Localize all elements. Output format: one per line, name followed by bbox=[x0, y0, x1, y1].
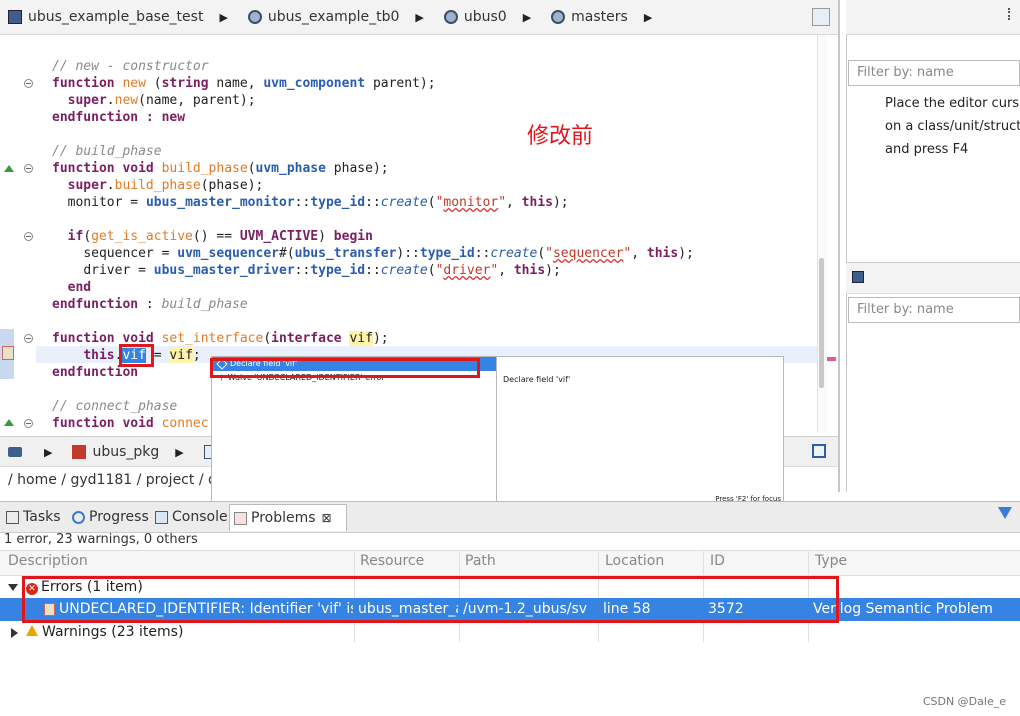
overview-error-mark[interactable] bbox=[827, 357, 836, 361]
error-marker-icon[interactable] bbox=[2, 346, 14, 360]
code-line: driver = ubus_master_driver::type_id::cr… bbox=[83, 263, 561, 278]
link-editor-icon[interactable] bbox=[812, 444, 826, 458]
filter-icon[interactable] bbox=[998, 507, 1012, 519]
chevron-right-icon[interactable]: ▶ bbox=[644, 11, 652, 24]
filter-input[interactable]: Filter by: name bbox=[848, 60, 1020, 86]
col-description[interactable]: Description bbox=[8, 553, 88, 569]
fold-icon[interactable] bbox=[24, 334, 33, 343]
hierarchy-icon[interactable] bbox=[852, 271, 864, 283]
warning-icon bbox=[26, 625, 38, 636]
breadcrumb-item-ubus0[interactable]: ubus0 bbox=[443, 9, 507, 25]
file-icon bbox=[8, 10, 22, 24]
component-icon bbox=[443, 10, 458, 24]
code-line: if(get_is_active() == UVM_ACTIVE) begin bbox=[67, 229, 373, 244]
problems-table-header bbox=[0, 550, 1020, 576]
code-line: endfunction : build_phase bbox=[52, 297, 248, 312]
fold-icon[interactable] bbox=[24, 79, 33, 88]
highlight-box bbox=[210, 358, 480, 378]
chevron-right-icon[interactable]: ▶ bbox=[219, 11, 227, 24]
view-menu-icon[interactable] bbox=[1008, 8, 1018, 20]
quickfix-list[interactable]: Declare field 'vif' ⊹ Waive 'UNDECLARED_I… bbox=[211, 356, 497, 506]
breadcrumb-label: ubus0 bbox=[463, 9, 507, 25]
code-line: monitor = ubus_master_monitor::type_id::… bbox=[67, 195, 569, 210]
col-path[interactable]: Path bbox=[465, 553, 496, 569]
package-icon bbox=[72, 445, 87, 459]
breadcrumb-item-tb0[interactable]: ubus_example_tb0 bbox=[247, 9, 400, 25]
code-line: end bbox=[67, 280, 92, 295]
tab-problems[interactable]: Problems ⊠ bbox=[229, 504, 347, 531]
editor-breadcrumb: ubus_example_base_test ▶ ubus_example_tb… bbox=[0, 0, 840, 35]
editor-border bbox=[838, 0, 840, 492]
code-line: function new (string name, uvm_component… bbox=[52, 76, 436, 91]
breadcrumb-label: masters bbox=[571, 9, 628, 25]
fold-icon[interactable] bbox=[24, 232, 33, 241]
breadcrumb-item-test[interactable]: ubus_example_base_test bbox=[8, 9, 203, 25]
chevron-right-icon[interactable]: ▶ bbox=[415, 11, 423, 24]
code-line: function void set_interface(interface vi… bbox=[52, 331, 389, 346]
outline-hint: Place the editor curs on a class/unit/st… bbox=[885, 96, 1020, 157]
annotation-label: 修改前 bbox=[527, 124, 594, 149]
code-line: // connect_phase bbox=[52, 399, 178, 414]
code-line: // new - constructor bbox=[52, 59, 209, 74]
code-line: super.new(name, parent); bbox=[67, 93, 256, 108]
breadcrumb-item-pkg[interactable]: ubus_pkg bbox=[72, 444, 159, 460]
code-line: endfunction : new bbox=[52, 110, 186, 125]
hierarchy-toolbar bbox=[846, 262, 1020, 294]
chevron-right-icon[interactable]: ▶ bbox=[44, 446, 52, 459]
fold-icon[interactable] bbox=[24, 164, 33, 173]
col-type[interactable]: Type bbox=[815, 553, 847, 569]
hierarchy-toggle-icon[interactable] bbox=[812, 8, 830, 26]
highlight-box bbox=[119, 344, 154, 367]
tab-console[interactable]: Console bbox=[151, 504, 232, 530]
quickfix-info-text: Declare field 'vif' bbox=[503, 375, 571, 384]
breadcrumb-item-masters[interactable]: masters bbox=[551, 9, 628, 25]
quickfix-info: Declare field 'vif' Press 'F2' for focus bbox=[497, 356, 784, 506]
code-line: function void build_phase(uvm_phase phas… bbox=[52, 161, 389, 176]
cell-type: Verilog Semantic Problem bbox=[813, 601, 993, 617]
breadcrumb-label: ubus_example_base_test bbox=[28, 9, 204, 25]
col-id[interactable]: ID bbox=[710, 553, 725, 569]
close-icon[interactable]: ⊠ bbox=[322, 511, 332, 525]
breadcrumb-label: ubus_example_tb0 bbox=[267, 9, 400, 25]
problems-summary: 1 error, 23 warnings, 0 others bbox=[4, 532, 198, 547]
tree-group-warnings[interactable]: Warnings (23 items) bbox=[0, 623, 300, 643]
override-arrow-icon bbox=[4, 419, 14, 426]
progress-icon bbox=[72, 510, 85, 524]
tab-progress[interactable]: Progress bbox=[68, 504, 153, 530]
chevron-right-icon[interactable]: ▶ bbox=[523, 11, 531, 24]
component-icon bbox=[551, 10, 566, 24]
col-resource[interactable]: Resource bbox=[360, 553, 424, 569]
console-icon bbox=[155, 510, 168, 524]
expand-icon[interactable] bbox=[11, 628, 18, 638]
tab-tasks[interactable]: Tasks bbox=[2, 504, 65, 530]
code-line: sequencer = uvm_sequencer#(ubus_transfer… bbox=[83, 246, 694, 261]
code-line: super.build_phase(phase); bbox=[67, 178, 264, 193]
code-line: // build_phase bbox=[52, 144, 162, 159]
override-arrow-icon bbox=[4, 165, 14, 172]
problems-icon bbox=[234, 511, 247, 525]
fold-icon[interactable] bbox=[24, 419, 33, 428]
component-icon bbox=[247, 10, 262, 24]
chevron-right-icon[interactable]: ▶ bbox=[175, 446, 183, 459]
code-line: function void connec bbox=[52, 416, 209, 431]
outline-toolbar bbox=[846, 0, 1020, 35]
col-location[interactable]: Location bbox=[605, 553, 664, 569]
nav-icon[interactable] bbox=[8, 447, 28, 457]
tasks-icon bbox=[6, 510, 19, 524]
highlight-box bbox=[22, 576, 839, 623]
filter-input[interactable]: Filter by: name bbox=[848, 297, 1020, 323]
watermark: CSDN @Dale_e bbox=[922, 695, 1006, 708]
expand-icon[interactable] bbox=[8, 584, 18, 591]
scrollbar-thumb[interactable] bbox=[819, 258, 824, 388]
breadcrumb-label: ubus_pkg bbox=[92, 444, 160, 460]
